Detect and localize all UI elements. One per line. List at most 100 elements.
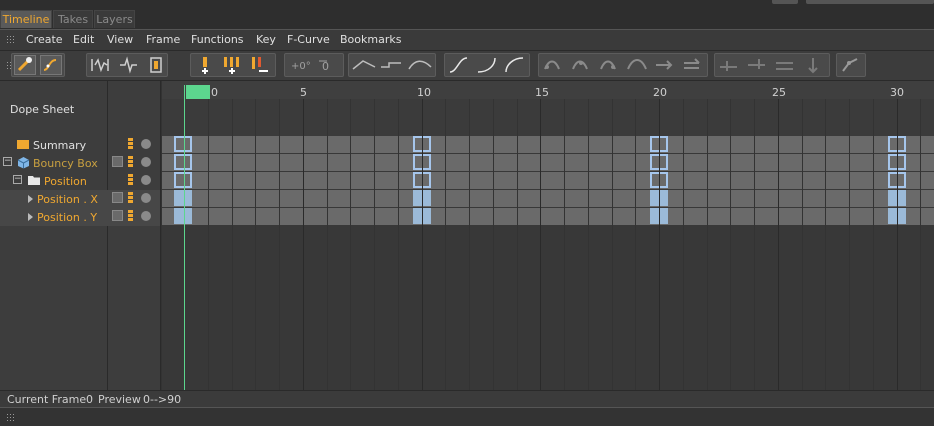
clamp-5-icon[interactable]: [653, 55, 675, 75]
window-button[interactable]: [806, 0, 934, 4]
break-3-icon[interactable]: [773, 55, 795, 75]
fcurve-mode-icon[interactable]: [40, 55, 62, 75]
keyframe[interactable]: [650, 154, 668, 170]
clamp-4-icon[interactable]: [625, 55, 647, 75]
current-frame-marker[interactable]: [186, 85, 210, 99]
keyframe[interactable]: [413, 154, 431, 170]
add-keys-icon[interactable]: [221, 55, 243, 75]
spline-interp-icon[interactable]: [407, 55, 432, 75]
menu-fcurve[interactable]: F-Curve: [287, 33, 330, 46]
keyframe[interactable]: [650, 136, 668, 152]
track-icon[interactable]: [145, 55, 167, 75]
mute-icon[interactable]: [112, 192, 123, 203]
collapse-icon[interactable]: −: [3, 157, 12, 166]
expand-arrow-icon[interactable]: [28, 213, 33, 221]
keyframe[interactable]: [888, 190, 906, 206]
keyframe[interactable]: [174, 172, 192, 188]
keyframe[interactable]: [888, 136, 906, 152]
collapse-icon[interactable]: −: [13, 175, 22, 184]
clamp-6-icon[interactable]: [681, 55, 703, 75]
column-divider[interactable]: [107, 81, 108, 390]
zero-length-icon[interactable]: 0: [317, 55, 339, 75]
remove-key-icon[interactable]: [249, 55, 271, 75]
mute-icon[interactable]: [112, 210, 123, 221]
keyframe[interactable]: [174, 136, 192, 152]
keyframe[interactable]: [888, 172, 906, 188]
preview-label: Preview: [98, 393, 141, 406]
menu-functions[interactable]: Functions: [191, 33, 244, 46]
track-summary[interactable]: Summary: [0, 136, 160, 154]
menu-key[interactable]: Key: [256, 33, 276, 46]
key-mode-icon[interactable]: [14, 55, 36, 75]
track-bar[interactable]: [162, 190, 934, 207]
ease-out-icon[interactable]: [503, 55, 525, 75]
add-key-icon[interactable]: [195, 55, 217, 75]
ruler-label: 20: [653, 86, 667, 99]
linear-interp-icon[interactable]: [351, 55, 376, 75]
keyframe[interactable]: [413, 190, 431, 206]
layer-color-icon[interactable]: [128, 138, 133, 150]
mute-icon[interactable]: [112, 156, 123, 167]
keyframe[interactable]: [413, 172, 431, 188]
menu-edit[interactable]: Edit: [73, 33, 94, 46]
toolbar: +0° 0: [0, 51, 934, 81]
playhead[interactable]: [184, 85, 185, 390]
track-position-x[interactable]: Position . X: [0, 190, 160, 208]
menu-bookmarks[interactable]: Bookmarks: [340, 33, 401, 46]
solo-dot-icon[interactable]: [141, 157, 151, 167]
keyframe[interactable]: [174, 208, 192, 224]
grip-icon[interactable]: [6, 413, 16, 423]
track-bouncy-box[interactable]: − Bouncy Box: [0, 154, 160, 172]
ease-in-icon[interactable]: [475, 55, 497, 75]
track-bar[interactable]: [162, 172, 934, 189]
solo-dot-icon[interactable]: [141, 211, 151, 221]
time-ruler[interactable]: 0 5 10 15 20 25 30: [162, 81, 934, 136]
layer-color-icon[interactable]: [128, 192, 133, 204]
ik-icon[interactable]: [839, 55, 861, 75]
menu-bar: Create Edit View Frame Functions Key F-C…: [0, 29, 934, 51]
menu-create[interactable]: Create: [26, 33, 63, 46]
track-label: Position: [44, 175, 87, 188]
keyframe[interactable]: [413, 208, 431, 224]
clamp-1-icon[interactable]: [541, 55, 563, 75]
ease-inout-icon[interactable]: [447, 55, 469, 75]
tab-layers[interactable]: Layers: [94, 10, 135, 28]
track-position-y[interactable]: Position . Y: [0, 208, 160, 226]
clamp-2-icon[interactable]: [569, 55, 591, 75]
tab-takes[interactable]: Takes: [53, 10, 93, 28]
keyframe[interactable]: [413, 136, 431, 152]
zero-angle-icon[interactable]: +0°: [289, 55, 311, 75]
ruler-label: 5: [300, 86, 307, 99]
break-4-icon[interactable]: [801, 55, 823, 75]
solo-dot-icon[interactable]: [141, 139, 151, 149]
tab-timeline[interactable]: Timeline: [0, 10, 52, 28]
break-1-icon[interactable]: [717, 55, 739, 75]
clamp-3-icon[interactable]: [597, 55, 619, 75]
menu-frame[interactable]: Frame: [146, 33, 180, 46]
menu-view[interactable]: View: [107, 33, 133, 46]
track-bar[interactable]: [162, 208, 934, 225]
layer-color-icon[interactable]: [128, 156, 133, 168]
step-interp-icon[interactable]: [379, 55, 401, 75]
solo-dot-icon[interactable]: [141, 193, 151, 203]
layer-color-icon[interactable]: [128, 210, 133, 222]
track-bar[interactable]: [162, 136, 934, 153]
keyframe[interactable]: [888, 208, 906, 224]
window-button[interactable]: [772, 0, 798, 4]
grip-icon[interactable]: [6, 35, 16, 45]
waveform-icon[interactable]: [89, 55, 111, 75]
dope-sheet-grid[interactable]: [162, 136, 934, 390]
track-position[interactable]: − Position: [0, 172, 160, 190]
expand-arrow-icon[interactable]: [28, 195, 33, 203]
keyframe[interactable]: [650, 172, 668, 188]
keyframe[interactable]: [650, 208, 668, 224]
pulse-icon[interactable]: [117, 55, 139, 75]
track-bar[interactable]: [162, 154, 934, 171]
keyframe[interactable]: [650, 190, 668, 206]
keyframe[interactable]: [174, 190, 192, 206]
keyframe[interactable]: [888, 154, 906, 170]
break-2-icon[interactable]: [745, 55, 767, 75]
layer-color-icon[interactable]: [128, 174, 133, 186]
keyframe[interactable]: [174, 154, 192, 170]
solo-dot-icon[interactable]: [141, 175, 151, 185]
